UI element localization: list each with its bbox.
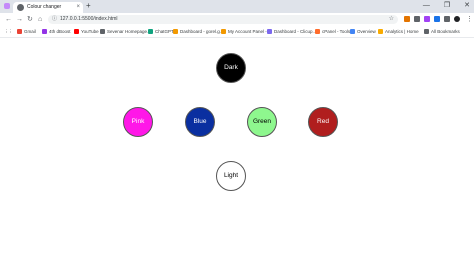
bookmark-item[interactable]: All Bookmarks — [424, 27, 460, 36]
bookmark-item[interactable]: Analytics | Home — [378, 27, 419, 36]
bookmark-item[interactable]: Dashboard - gorel.g... — [173, 27, 224, 36]
bookmark-item[interactable]: Sevenar Homepage... — [100, 27, 151, 36]
bookmark-item[interactable]: cPanel - Tools — [315, 27, 350, 36]
tab-colour-changer[interactable]: Colour changer × — [13, 2, 83, 13]
reload-icon[interactable]: ↻ — [27, 14, 33, 25]
url-text[interactable]: 127.0.0.1:5500/index.html — [60, 15, 118, 24]
dark-button[interactable]: Dark — [216, 53, 246, 83]
chatgpt-icon — [148, 29, 153, 35]
bookmark-favicon-icon — [267, 29, 272, 35]
back-icon[interactable]: ← — [5, 14, 12, 25]
blue-button[interactable]: Blue — [185, 107, 215, 137]
bookmark-item[interactable]: YouTube — [74, 27, 99, 36]
menu-icon[interactable]: ⋮ — [466, 14, 473, 25]
maximize-button[interactable]: ❐ — [444, 1, 450, 11]
bookmark-favicon-icon — [100, 29, 105, 35]
close-window-button[interactable]: ✕ — [464, 1, 470, 11]
bookmark-favicon-icon — [350, 29, 355, 35]
bookmark-item[interactable]: Dashboard - Clicup... — [267, 27, 316, 36]
green-button[interactable]: Green — [247, 107, 277, 137]
bookmark-star-icon[interactable]: ☆ — [389, 15, 394, 24]
red-button[interactable]: Red — [308, 107, 338, 137]
address-bar[interactable]: ⓘ 127.0.0.1:5500/index.html ☆ — [48, 15, 398, 24]
tab-close-icon[interactable]: × — [76, 2, 80, 12]
bookmark-item[interactable]: Overview — [350, 27, 376, 36]
extension-icon[interactable] — [434, 16, 440, 22]
window-controls: — ❐ ✕ — [423, 1, 470, 11]
minimize-button[interactable]: — — [423, 1, 430, 11]
tab-search-icon[interactable] — [4, 3, 10, 9]
folder-icon — [424, 29, 429, 35]
cpanel-icon — [315, 29, 320, 35]
extensions-puzzle-icon[interactable] — [444, 16, 450, 22]
pink-button[interactable]: Pink — [123, 107, 153, 137]
youtube-icon — [74, 29, 79, 35]
tab-title: Colour changer — [27, 4, 62, 10]
extension-icon[interactable] — [404, 16, 410, 22]
site-info-icon[interactable]: ⓘ — [52, 15, 57, 24]
bookmark-item[interactable]: ChatGPT — [148, 27, 174, 36]
bookmark-item[interactable]: Gmail — [17, 27, 36, 36]
home-icon[interactable]: ⌂ — [38, 14, 42, 25]
analytics-icon — [378, 29, 383, 35]
bookmark-favicon-icon — [42, 29, 47, 35]
tab-bar: Colour changer × + — ❐ ✕ — [0, 0, 474, 13]
bookmark-item[interactable]: 4th dBoost — [42, 27, 71, 36]
favicon-icon — [17, 4, 24, 11]
extension-icon[interactable] — [424, 16, 430, 22]
bookmark-item[interactable]: My Account Panel -... — [221, 27, 271, 36]
bookmark-favicon-icon — [173, 29, 178, 35]
browser-toolbar: ← → ↻ ⌂ ⓘ 127.0.0.1:5500/index.html ☆ ⋮ — [0, 13, 474, 26]
extension-icon[interactable] — [414, 16, 420, 22]
light-button[interactable]: Light — [216, 161, 246, 191]
apps-icon[interactable]: ⋮⋮ — [4, 27, 13, 36]
profile-avatar[interactable] — [454, 16, 460, 22]
forward-icon[interactable]: → — [16, 14, 23, 25]
new-tab-button[interactable]: + — [86, 1, 91, 11]
gmail-icon — [17, 29, 22, 35]
bookmark-favicon-icon — [221, 29, 226, 35]
bookmarks-bar: ⋮⋮ Gmail 4th dBoost YouTube Sevenar Home… — [0, 26, 474, 38]
page-content: Dark Pink Blue Green Red Light — [0, 38, 474, 255]
